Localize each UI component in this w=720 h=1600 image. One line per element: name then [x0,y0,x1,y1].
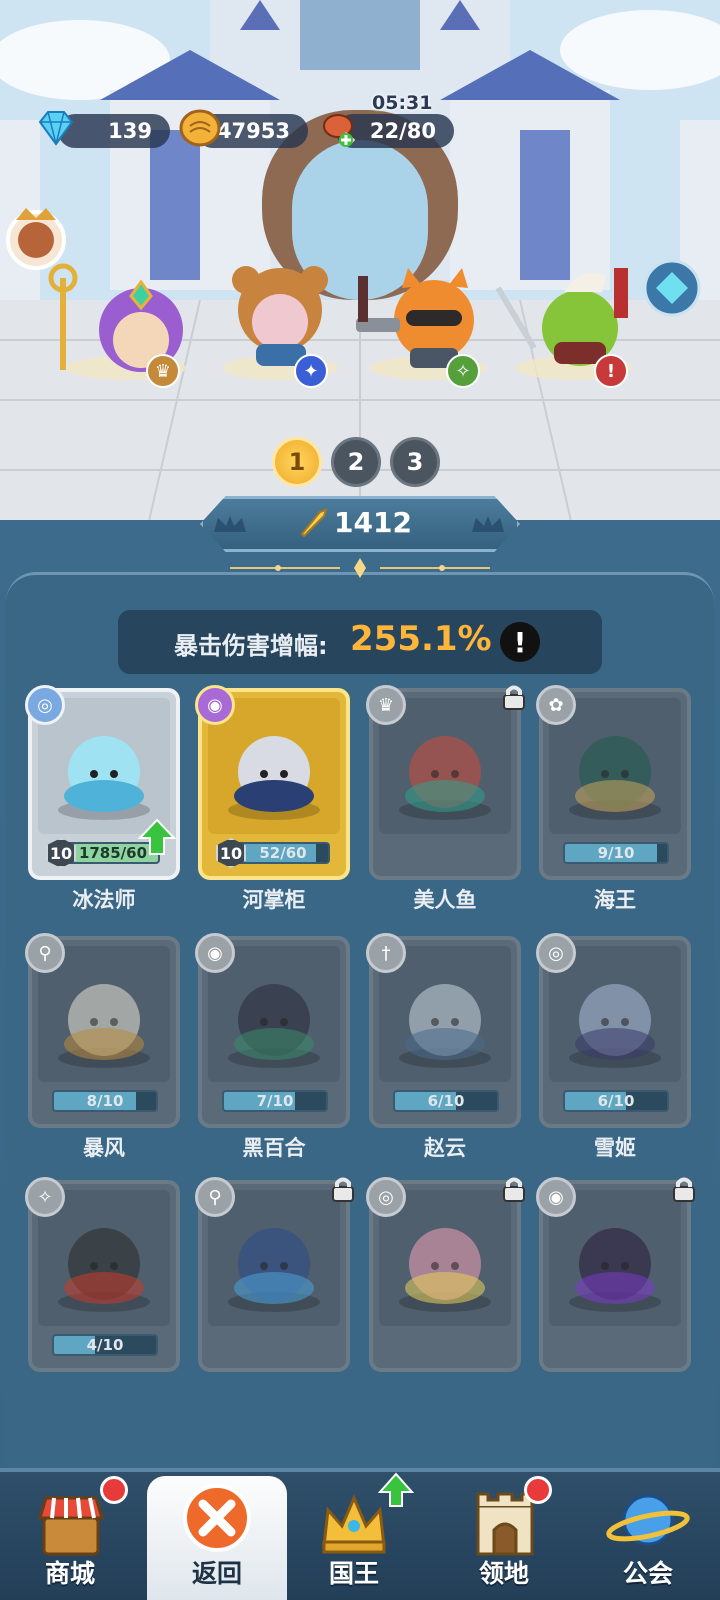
nav-king-label: 国王 [328,1559,379,1588]
nav-shop-label: 商城 [44,1559,95,1588]
gems-value: 139 [108,119,152,143]
eye-icon: ◉ [195,685,235,725]
nav-territory[interactable]: 领地 [434,1476,574,1600]
hero-progress-bar: 52/60 [236,842,330,864]
hero-progress-bar: 9/10 [563,842,669,864]
swirl-icon: ◎ [366,1177,406,1217]
hero-progress-bar: 7/10 [222,1090,328,1112]
crown-right-ornament [472,516,504,532]
paw-icon: ✿ [536,685,576,725]
hero-card[interactable]: † 6/10 [366,933,521,1128]
hero-card[interactable]: ◉ 52/60 10 [195,685,350,880]
info-icon[interactable]: ! [500,622,540,662]
hero-card[interactable]: ◉ [536,1177,695,1372]
nav-back[interactable]: 返回 [147,1476,287,1600]
hero-name: 雪姬 [594,1136,636,1160]
shop-icon [37,1496,105,1556]
hero-card[interactable]: ◎ 6/10 [536,933,691,1128]
crit-bonus-value: 255.1% [350,619,492,659]
planet-icon [606,1494,690,1546]
alert-class-icon: ! [594,354,628,388]
hero-name: 海王 [594,888,636,912]
hero-progress-bar: 8/10 [52,1090,158,1112]
crit-bonus-box: 暴击伤害增幅: 255.1% ! [118,610,602,674]
close-icon [183,1484,251,1552]
paw-class-icon: ✦ [294,354,328,388]
hero-progress-text: 8/10 [86,1092,124,1110]
hero-progress-text: 9/10 [597,844,635,862]
swirl-icon: ◎ [536,933,576,973]
hero-card[interactable]: ⚲ 8/10 [25,933,180,1128]
team-page-3[interactable]: 3 [390,437,440,487]
nav-territory-label: 领地 [478,1559,529,1588]
sword-power-icon [300,508,328,538]
stamina-timer: 05:31 [372,92,433,114]
crown-icon: ♛ [366,685,406,725]
territory-notification-dot [524,1476,552,1504]
coins-value: 47953 [216,119,290,143]
diamond-icon [38,111,74,146]
hero-progress-text: 6/10 [427,1092,465,1110]
crown-left-ornament [214,516,246,532]
hero-card[interactable]: ◎ [366,1177,525,1372]
shop-notification-dot [100,1476,128,1504]
eye-icon: ◉ [195,933,235,973]
hero-name: 黑百合 [242,1136,306,1160]
hero-progress-bar: 4/10 [52,1334,158,1356]
eye-icon: ◉ [536,1177,576,1217]
coin-icon [179,109,221,147]
lock-icon [499,1174,529,1210]
team-page-2[interactable]: 2 [331,437,381,487]
formation-button[interactable] [642,258,702,318]
hero-name: 河掌柜 [242,888,306,912]
hero-progress-text: 6/10 [597,1092,635,1110]
hero-progress-bar: 6/10 [393,1090,499,1112]
hero-name: 冰法师 [72,888,136,912]
hero-card[interactable]: ✧ 4/10 [25,1177,180,1372]
nav-guild[interactable]: 公会 [578,1476,718,1600]
hero-name: 赵云 [424,1136,466,1160]
hero-name: 美人鱼 [413,888,477,912]
hero-name: 暴风 [83,1136,125,1160]
hero-progress-bar: 6/10 [563,1090,669,1112]
lock-icon [328,1174,358,1210]
hero-progress-text: 4/10 [86,1336,124,1354]
hero-progress-text: 52/60 [259,844,307,862]
swirl-icon: ◎ [25,685,65,725]
upgrade-arrow-icon [137,818,177,860]
stamina-value: 22/80 [369,119,436,143]
hero-card[interactable]: ◉ 7/10 [195,933,350,1128]
network-class-icon: ✧ [446,354,480,388]
network-icon: ✧ [25,1177,65,1217]
hero-card[interactable]: ♛ [366,685,525,880]
crown-class-icon: ♛ [146,354,180,388]
meat-icon[interactable] [316,106,362,152]
crit-bonus-label: 暴击伤害增幅: [174,632,328,660]
team-page-1[interactable]: 1 [272,437,322,487]
hero-progress-text: 7/10 [256,1092,294,1110]
hero-card[interactable]: ◎ 1785/60 10 [25,685,180,880]
magnifier-icon: ⚲ [25,933,65,973]
nav-guild-label: 公会 [622,1559,673,1588]
sword-icon: † [366,933,406,973]
lock-icon [669,1174,699,1210]
hero-card[interactable]: ⚲ [195,1177,354,1372]
lock-icon [499,682,529,718]
upgrade-arrow-icon [378,1472,414,1507]
hero-card[interactable]: ✿ 9/10 [536,685,691,880]
nav-back-label: 返回 [191,1559,242,1588]
panel-ornament [230,558,490,578]
power-value: 1412 [334,506,412,539]
magnifier-icon: ⚲ [195,1177,235,1217]
